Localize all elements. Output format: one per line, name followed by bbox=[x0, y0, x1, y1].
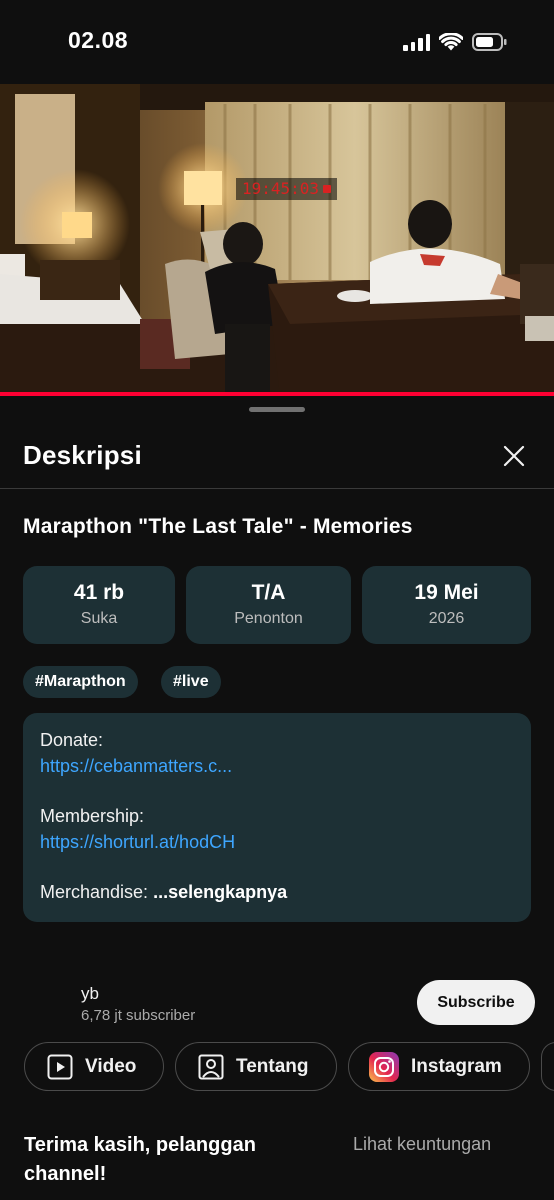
merch-label: Merchandise: bbox=[40, 882, 149, 902]
subscribe-button[interactable]: Subscribe bbox=[417, 980, 535, 1025]
description-sheet: Deskripsi Marapthon "The Last Tale" - Me… bbox=[0, 396, 554, 1200]
chip-label: Tentang bbox=[236, 1055, 309, 1077]
video-timestamp-text: 19:45:03 bbox=[242, 179, 320, 198]
stat-date: 19 Mei 2026 bbox=[362, 566, 531, 644]
channel-name[interactable]: yb bbox=[81, 984, 99, 1004]
stat-label: 2026 bbox=[428, 610, 465, 627]
status-icons bbox=[403, 30, 508, 54]
view-benefits-link[interactable]: Lihat keuntungan bbox=[353, 1134, 491, 1155]
donate-link[interactable]: https://cebanmatters.c... bbox=[40, 756, 232, 777]
wifi-icon bbox=[439, 33, 463, 51]
stat-views: T/A Penonton bbox=[186, 566, 351, 644]
chip-label: Instagram bbox=[411, 1055, 502, 1077]
membership-thanks: Terima kasih, pelanggan channel! bbox=[24, 1134, 256, 1185]
status-time: 02.08 bbox=[68, 27, 129, 53]
stat-label: Suka bbox=[80, 610, 118, 627]
video-timestamp: 19:45:03 bbox=[236, 178, 338, 200]
chip-label: Video bbox=[85, 1055, 137, 1077]
video-frame bbox=[0, 84, 554, 396]
video-title: Marapthon "The Last Tale" - Memories bbox=[23, 515, 413, 538]
chip-about[interactable]: Tentang bbox=[175, 1042, 337, 1091]
subscriber-count: 6,78 jt subscriber bbox=[81, 1007, 196, 1024]
video-icon bbox=[47, 1054, 73, 1080]
chip-instagram[interactable]: Instagram bbox=[348, 1042, 530, 1091]
stat-label: Penonton bbox=[234, 610, 303, 627]
stat-value: 19 Mei bbox=[414, 581, 479, 604]
donate-label: Donate: bbox=[40, 730, 104, 750]
header-divider bbox=[0, 488, 554, 489]
sheet-title: Deskripsi bbox=[23, 440, 142, 470]
show-more-link[interactable]: ...selengkapnya bbox=[153, 882, 287, 902]
description-box[interactable]: Donate: https://cebanmatters.c... Member… bbox=[23, 713, 531, 922]
merch-line: Merchandise: ...selengkapnya bbox=[40, 882, 287, 903]
status-bar: 02.08 bbox=[0, 0, 554, 84]
close-button[interactable] bbox=[498, 440, 530, 472]
video-player[interactable]: 19:45:03 bbox=[0, 84, 554, 396]
stat-likes: 41 rb Suka bbox=[23, 566, 175, 644]
instagram-icon bbox=[369, 1051, 399, 1082]
drag-handle[interactable] bbox=[249, 407, 305, 412]
stat-value: T/A bbox=[251, 581, 286, 604]
profile-icon bbox=[198, 1054, 224, 1080]
close-icon bbox=[503, 445, 525, 467]
signal-icon bbox=[403, 33, 430, 51]
stat-value: 41 rb bbox=[73, 581, 125, 604]
hashtag-marapthon[interactable]: #Marapthon bbox=[23, 666, 138, 698]
chip-videos[interactable]: Video bbox=[24, 1042, 164, 1091]
battery-icon bbox=[472, 33, 507, 51]
hashtag-live[interactable]: #live bbox=[161, 666, 221, 698]
chip-partial[interactable] bbox=[541, 1042, 554, 1091]
membership-link[interactable]: https://shorturl.at/hodCH bbox=[40, 832, 235, 853]
membership-label: Membership: bbox=[40, 806, 145, 826]
lock-icon bbox=[323, 185, 332, 193]
